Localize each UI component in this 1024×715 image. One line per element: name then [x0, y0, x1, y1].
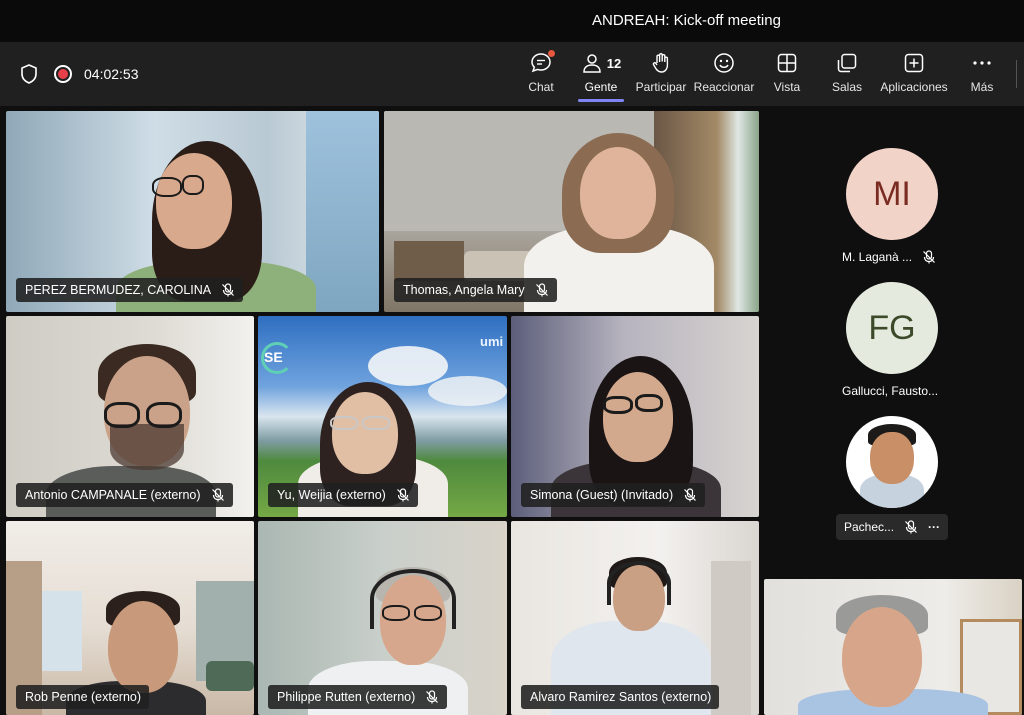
avatar[interactable]: FG [846, 282, 938, 374]
mic-off-icon [426, 690, 439, 704]
participant-name-tag: Thomas, Angela Mary [394, 278, 557, 302]
participant-name-tag: PEREZ BERMUDEZ, CAROLINA [16, 278, 244, 302]
participant-name: M. Laganà ... [842, 250, 936, 264]
participant-name-tag: Simona (Guest) (Invitado) [521, 483, 706, 507]
title-bar: ANDREAH: Kick-off meeting [0, 0, 1024, 42]
people-count: 12 [606, 55, 622, 71]
mic-off-icon [905, 520, 917, 534]
participant-name-pill[interactable]: Pachec... ··· [836, 514, 949, 540]
video-tile[interactable]: PEREZ BERMUDEZ, CAROLINA [6, 111, 379, 312]
active-tab-indicator [578, 99, 624, 102]
more-icon[interactable]: ··· [928, 520, 940, 534]
chat-unread-badge [548, 50, 555, 57]
chat-button[interactable]: Chat [524, 50, 558, 102]
participant-name-tag: Rob Penne (externo) [16, 685, 150, 709]
raise-hand-button[interactable]: Participar [634, 50, 688, 102]
mic-off-icon [535, 283, 548, 297]
participant-name-tag: Philippe Rutten (externo) [268, 685, 448, 709]
toolbar-separator [1016, 60, 1017, 88]
meeting-title: ANDREAH: Kick-off meeting [592, 12, 781, 29]
react-icon [713, 50, 735, 76]
mic-off-icon [222, 283, 235, 297]
mic-off-icon [923, 250, 935, 264]
meeting-timer: 04:02:53 [84, 66, 139, 82]
mic-off-icon [684, 488, 697, 502]
participant-sidebar: MI M. Laganà ... FG Gallucci, Fausto... … [766, 112, 1024, 582]
more-icon [971, 50, 993, 76]
self-view-video[interactable] [764, 579, 1022, 715]
avatar[interactable] [846, 416, 938, 508]
background-logo-text: SE [264, 349, 283, 365]
rooms-icon [836, 50, 858, 76]
people-button[interactable]: 12 Gente [576, 50, 626, 102]
apps-button[interactable]: Aplicaciones [880, 50, 948, 102]
video-tile[interactable]: Antonio CAMPANALE (externo) [6, 316, 254, 517]
participant-name-tag: Antonio CAMPANALE (externo) [16, 483, 233, 507]
view-button[interactable]: Vista [770, 50, 804, 102]
view-icon [776, 50, 798, 76]
video-tile[interactable]: Thomas, Angela Mary [384, 111, 759, 312]
more-button[interactable]: Más [966, 50, 998, 102]
people-icon [583, 54, 601, 73]
hand-icon [650, 50, 672, 76]
avatar[interactable]: MI [846, 148, 938, 240]
background-logo-text: umi [480, 334, 504, 349]
apps-icon [903, 50, 925, 76]
meeting-toolbar: 04:02:53 Chat 12 Gente Participar Reacci… [0, 42, 1024, 106]
participant-name: Gallucci, Fausto... [842, 384, 939, 398]
video-tile[interactable]: Alvaro Ramirez Santos (externo) [511, 521, 759, 715]
mic-off-icon [211, 488, 224, 502]
record-icon [54, 65, 72, 83]
participant-name-tag: Yu, Weijia (externo) [268, 483, 418, 507]
rooms-button[interactable]: Salas [830, 50, 864, 102]
video-tile[interactable]: Philippe Rutten (externo) [258, 521, 507, 715]
meeting-status: 04:02:53 [20, 64, 139, 84]
video-tile[interactable]: SE umi Yu, Weijia (externo) [258, 316, 507, 517]
participant-name-tag: Alvaro Ramirez Santos (externo) [521, 685, 720, 709]
chat-icon [530, 50, 555, 76]
react-button[interactable]: Reaccionar [694, 50, 754, 102]
video-tile[interactable]: Simona (Guest) (Invitado) [511, 316, 759, 517]
video-tile[interactable]: Rob Penne (externo) [6, 521, 254, 715]
mic-off-icon [396, 488, 409, 502]
shield-icon[interactable] [20, 64, 38, 84]
